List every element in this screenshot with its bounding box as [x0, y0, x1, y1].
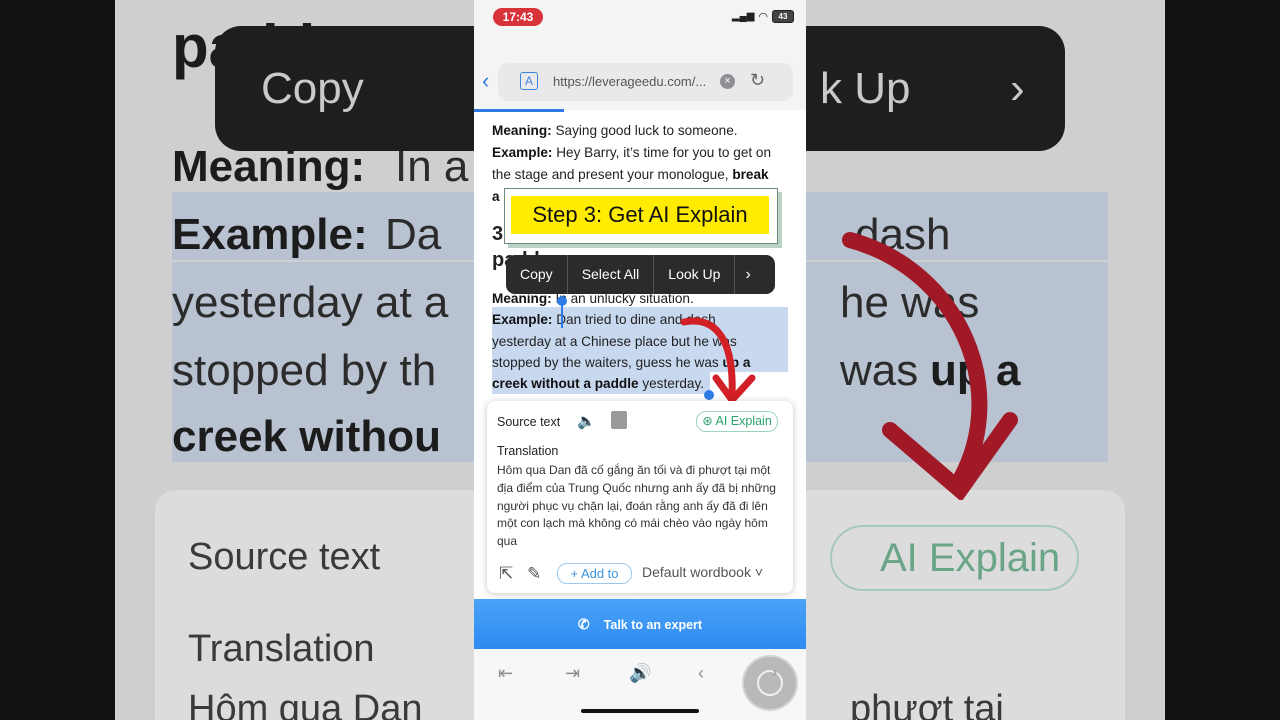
ai-explain-button[interactable]: ⊛ AI Explain	[696, 411, 778, 432]
previous-chevron-icon[interactable]: ‹	[698, 663, 704, 684]
background-edge-right	[1165, 0, 1280, 720]
background-ai-explain: AI Explain	[830, 525, 1079, 591]
translation-text: Hôm qua Dan đã cố gắng ăn tối và đi phượ…	[497, 463, 776, 549]
talk-to-expert-label: Talk to an expert	[603, 618, 703, 632]
signal-icon: ▂▄▆	[731, 11, 755, 22]
background-more: ›	[1010, 64, 1025, 113]
background-arrow	[842, 232, 1018, 500]
background-meaning: Meaning:	[172, 142, 366, 191]
popup-footer: ⇱ ✎ + Add to Default wordbook ˅	[497, 563, 787, 585]
skip-start-icon[interactable]: ⇤	[498, 663, 513, 684]
edit-icon[interactable]: ✎	[527, 564, 541, 584]
assistant-icon	[757, 670, 783, 696]
phone-screen: 17:43 ▂▄▆ ◠ 43 ‹ A https://leverageedu.c…	[474, 0, 806, 720]
meaning-text: Saying good luck to someone.	[555, 123, 738, 138]
selection-start-caret	[561, 304, 563, 328]
skip-end-icon[interactable]: ⇥	[565, 663, 580, 684]
step-banner: Step 3: Get AI Explain	[504, 188, 778, 244]
example-line-3: a	[492, 186, 500, 208]
copy-icon[interactable]	[611, 411, 627, 429]
speaker-icon[interactable]: 🔈	[577, 412, 596, 430]
reader-mode-icon[interactable]: A	[520, 72, 538, 90]
status-icons: ▂▄▆ ◠ 43	[732, 10, 794, 23]
external-link-icon[interactable]: ⇱	[499, 564, 513, 584]
background-line-2: yesterday at a	[172, 278, 449, 327]
step-banner-text: Step 3: Get AI Explain	[511, 196, 769, 234]
openai-icon: ⊛	[702, 414, 716, 428]
copy-menu-item[interactable]: Copy	[506, 255, 568, 294]
translation-label: Translation	[497, 444, 559, 458]
browser-toolbar: ‹ A https://leverageedu.com/... × ↻	[474, 40, 806, 110]
background-edge-left	[0, 0, 115, 720]
idiom-heading-number: 3	[492, 223, 504, 245]
more-chevron-icon[interactable]: ›	[735, 266, 760, 284]
example-line-1: Example: Hey Barry, it’s time for you to…	[492, 142, 771, 164]
look-up-menu-item[interactable]: Look Up	[654, 255, 736, 294]
background-translation: Translation	[188, 628, 375, 670]
volume-icon[interactable]: 🔊	[629, 663, 651, 684]
example-text: Hey Barry, it’s time for you to get on	[556, 145, 772, 160]
address-bar[interactable]: A https://leverageedu.com/... × ↻	[498, 63, 793, 101]
ai-explain-label: AI Explain	[715, 414, 772, 428]
status-bar: 17:43 ▂▄▆ ◠ 43	[474, 0, 806, 40]
background-meaning-frag: In a	[395, 142, 469, 191]
example-line-2: the stage and present your monologue, br…	[492, 164, 769, 186]
background-line-4: creek withou	[172, 412, 441, 461]
clear-url-icon[interactable]: ×	[720, 74, 735, 89]
background-copy: Copy	[261, 64, 364, 113]
selected-bold[interactable]: creek without a paddle	[492, 376, 639, 391]
page-load-progress	[474, 109, 564, 112]
background-line-3: stopped by th	[172, 346, 437, 395]
translation-popup: Source text 🔈 ⊛ AI Explain Translation H…	[487, 401, 793, 593]
wordbook-select[interactable]: Default wordbook ˅	[642, 564, 763, 580]
context-menu: Copy Select All Look Up ›	[506, 255, 775, 294]
background-trans-frag: Hôm qua Dan	[188, 688, 423, 720]
home-indicator	[581, 709, 699, 713]
floating-assistant-button[interactable]: ›	[744, 657, 796, 709]
select-all-menu-item[interactable]: Select All	[568, 255, 655, 294]
meaning-label: Meaning:	[492, 123, 552, 138]
add-to-button[interactable]: + Add to	[557, 563, 632, 584]
example-bold: break	[732, 167, 769, 182]
wifi-icon: ◠	[758, 11, 768, 23]
talk-to-expert-button[interactable]: ✆ Talk to an expert	[474, 599, 806, 649]
next-chevron-icon: ›	[772, 664, 778, 681]
battery-icon: 43	[772, 10, 794, 23]
meaning-line-1: Meaning: Saying good luck to someone.	[492, 120, 738, 142]
background-example-frag: Da	[385, 210, 442, 259]
background-source: Source text	[188, 536, 381, 578]
back-chevron-icon[interactable]: ‹	[482, 70, 489, 92]
example-text: the stage and present your monologue,	[492, 167, 729, 182]
reload-icon[interactable]: ↻	[750, 70, 765, 91]
url-text[interactable]: https://leverageedu.com/...	[553, 74, 706, 89]
example-label: Example:	[492, 312, 553, 327]
phone-call-icon: ✆	[577, 616, 590, 632]
example-bold: a	[492, 189, 500, 204]
background-lookup: k Up	[820, 64, 911, 113]
status-time: 17:43	[493, 8, 543, 26]
source-text-label: Source text	[497, 415, 561, 429]
background-example: Example:	[172, 210, 368, 259]
background-trans-right: phượt tại	[850, 688, 1004, 720]
example-label: Example:	[492, 145, 553, 160]
